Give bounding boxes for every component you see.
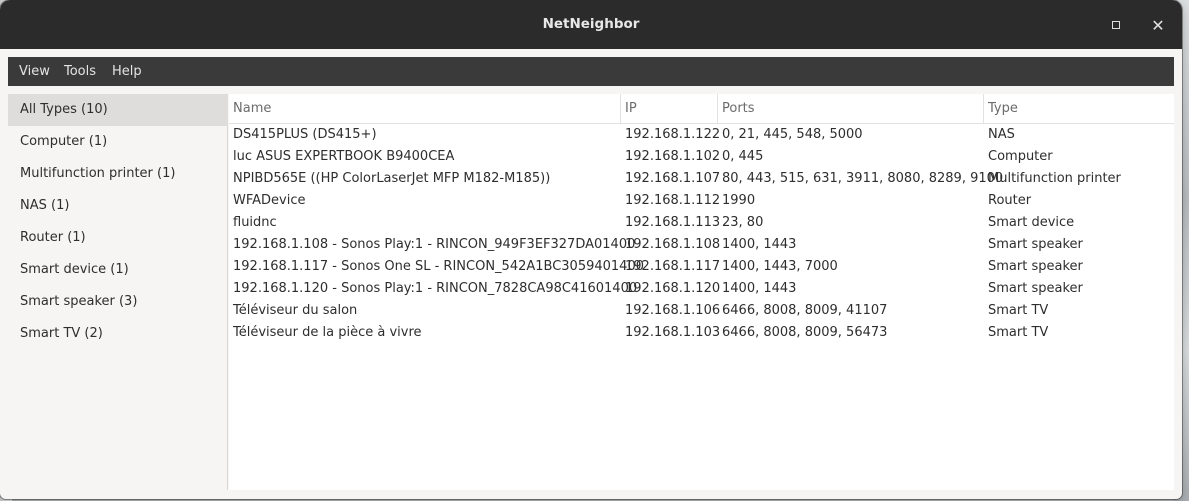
cell-type: Smart speaker bbox=[988, 281, 1083, 296]
cell-ports: 6466, 8008, 8009, 41107 bbox=[722, 303, 888, 318]
cell-name: Téléviseur du salon bbox=[233, 303, 358, 318]
sidebar-item-computer[interactable]: Computer (1) bbox=[8, 126, 228, 158]
cell-name: 192.168.1.120 - Sonos Play:1 - RINCON_78… bbox=[233, 281, 638, 296]
table-row[interactable]: 192.168.1.117 - Sonos One SL - RINCON_54… bbox=[229, 256, 1174, 278]
cell-ports: 6466, 8008, 8009, 56473 bbox=[722, 325, 888, 340]
cell-ports: 23, 80 bbox=[722, 215, 764, 230]
cell-ip: 192.168.1.113 bbox=[625, 215, 721, 230]
cell-type: Smart TV bbox=[988, 303, 1049, 318]
table-row[interactable]: Téléviseur du salon 192.168.1.106 6466, … bbox=[229, 300, 1174, 322]
window-title: NetNeighbor bbox=[542, 16, 640, 32]
column-header-ip[interactable]: IP bbox=[621, 94, 718, 124]
table-row[interactable]: 192.168.1.108 - Sonos Play:1 - RINCON_94… bbox=[229, 234, 1174, 256]
cell-name: fluidnc bbox=[233, 215, 277, 230]
cell-ip: 192.168.1.106 bbox=[625, 303, 721, 318]
sidebar-item-smart-tv[interactable]: Smart TV (2) bbox=[8, 318, 228, 350]
cell-ip: 192.168.1.103 bbox=[625, 325, 721, 340]
menu-help[interactable]: Help bbox=[112, 64, 142, 79]
maximize-icon bbox=[1112, 21, 1120, 29]
title-bar[interactable]: NetNeighbor ✕ bbox=[0, 0, 1182, 49]
cell-type: Smart speaker bbox=[988, 259, 1083, 274]
cell-name: WFADevice bbox=[233, 193, 306, 208]
sidebar-item-multifunction-printer[interactable]: Multifunction printer (1) bbox=[8, 158, 228, 190]
sidebar-item-smart-device[interactable]: Smart device (1) bbox=[8, 254, 228, 286]
sidebar-item-router[interactable]: Router (1) bbox=[8, 222, 228, 254]
device-table: Name IP Ports Type DS415PLUS (DS415+) 19… bbox=[229, 94, 1174, 490]
table-row[interactable]: 192.168.1.120 - Sonos Play:1 - RINCON_78… bbox=[229, 278, 1174, 300]
sidebar-item-smart-speaker[interactable]: Smart speaker (3) bbox=[8, 286, 228, 318]
column-header-name[interactable]: Name bbox=[229, 94, 621, 124]
cell-type: NAS bbox=[988, 127, 1015, 142]
cell-ports: 1400, 1443 bbox=[722, 237, 797, 252]
cell-ip: 192.168.1.117 bbox=[625, 259, 721, 274]
app-window: NetNeighbor ✕ View Tools Help All Types … bbox=[0, 0, 1182, 499]
menu-bar: View Tools Help bbox=[8, 57, 1174, 86]
cell-type: Computer bbox=[988, 149, 1053, 164]
cell-ip: 192.168.1.107 bbox=[625, 171, 721, 186]
cell-type: Multifunction printer bbox=[988, 171, 1121, 186]
sidebar-item-nas[interactable]: NAS (1) bbox=[8, 190, 228, 222]
cell-ports: 1990 bbox=[722, 193, 756, 208]
cell-ip: 192.168.1.120 bbox=[625, 281, 721, 296]
close-button[interactable]: ✕ bbox=[1147, 14, 1169, 36]
cell-type: Smart speaker bbox=[988, 237, 1083, 252]
cell-type: Smart TV bbox=[988, 325, 1049, 340]
table-row[interactable]: luc ASUS EXPERTBOOK B9400CEA 192.168.1.1… bbox=[229, 146, 1174, 168]
cell-ports: 0, 445 bbox=[722, 149, 764, 164]
cell-ip: 192.168.1.112 bbox=[625, 193, 721, 208]
table-row[interactable]: DS415PLUS (DS415+) 192.168.1.122 0, 21, … bbox=[229, 124, 1174, 146]
cell-ip: 192.168.1.108 bbox=[625, 237, 721, 252]
column-header-ports[interactable]: Ports bbox=[718, 94, 984, 124]
maximize-button[interactable] bbox=[1105, 14, 1127, 36]
cell-ports: 0, 21, 445, 548, 5000 bbox=[722, 127, 863, 142]
table-row[interactable]: Téléviseur de la pièce à vivre 192.168.1… bbox=[229, 322, 1174, 344]
cell-name: luc ASUS EXPERTBOOK B9400CEA bbox=[233, 149, 455, 164]
menu-tools[interactable]: Tools bbox=[64, 64, 96, 79]
cell-ip: 192.168.1.102 bbox=[625, 149, 721, 164]
table-row[interactable]: WFADevice 192.168.1.112 1990 Router bbox=[229, 190, 1174, 212]
cell-ports: 1400, 1443, 7000 bbox=[722, 259, 838, 274]
cell-name: 192.168.1.108 - Sonos Play:1 - RINCON_94… bbox=[233, 237, 636, 252]
close-icon: ✕ bbox=[1151, 15, 1165, 35]
cell-name: Téléviseur de la pièce à vivre bbox=[233, 325, 422, 340]
cell-ip: 192.168.1.122 bbox=[625, 127, 721, 142]
sidebar-item-all-types[interactable]: All Types (10) bbox=[8, 94, 228, 126]
type-filter-sidebar: All Types (10) Computer (1) Multifunctio… bbox=[8, 94, 228, 490]
cell-type: Smart device bbox=[988, 215, 1075, 230]
cell-ports: 1400, 1443 bbox=[722, 281, 797, 296]
cell-name: NPIBD565E ((HP ColorLaserJet MFP M182-M1… bbox=[233, 171, 551, 186]
column-header-type[interactable]: Type bbox=[984, 94, 1174, 124]
table-row[interactable]: NPIBD565E ((HP ColorLaserJet MFP M182-M1… bbox=[229, 168, 1174, 190]
cell-name: 192.168.1.117 - Sonos One SL - RINCON_54… bbox=[233, 259, 644, 274]
cell-name: DS415PLUS (DS415+) bbox=[233, 127, 377, 142]
cell-type: Router bbox=[988, 193, 1032, 208]
cell-ports: 80, 443, 515, 631, 3911, 8080, 8289, 910… bbox=[722, 171, 1004, 186]
menu-view[interactable]: View bbox=[19, 64, 50, 79]
table-row[interactable]: fluidnc 192.168.1.113 23, 80 Smart devic… bbox=[229, 212, 1174, 234]
